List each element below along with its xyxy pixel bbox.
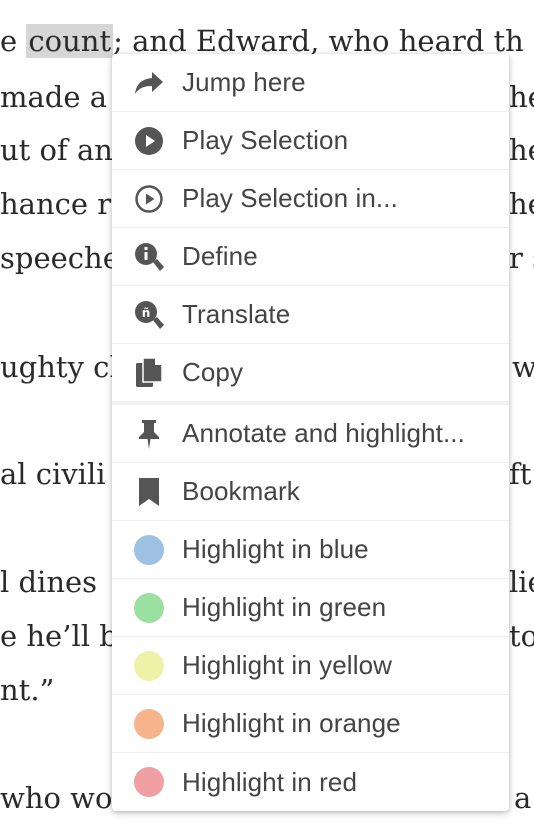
menu-item-jump-here[interactable]: Jump here [112,54,509,112]
orange-dot-icon [132,707,166,741]
menu-item-label: Highlight in green [182,592,387,622]
green-dot-icon [132,591,166,625]
menu-item-play-selection[interactable]: Play Selection [112,112,509,170]
define-magnifier-icon [132,240,166,274]
book-line: ughty ch [0,350,129,384]
menu-item-label: Copy [182,357,244,387]
menu-item-annotate-highlight[interactable]: Annotate and highlight... [112,405,509,463]
menu-item-highlight-yellow[interactable]: Highlight in yellow [112,637,509,695]
book-line: e he’ll b [0,619,118,653]
book-line: hance re [0,187,129,221]
book-fragment: he [509,80,534,114]
book-line: speeche [0,241,120,275]
copy-icon [132,356,166,390]
menu-item-label: Annotate and highlight... [182,418,465,448]
menu-item-label: Play Selection [182,125,349,155]
book-fragment: ft [509,457,532,491]
menu-item-highlight-red[interactable]: Highlight in red [112,753,509,811]
book-fragment: w [512,350,534,384]
svg-text:ñ: ñ [142,306,151,320]
play-circle-outline-icon [132,182,166,216]
menu-item-label: Highlight in red [182,766,358,797]
translate-magnifier-icon: ñ [132,298,166,332]
menu-item-label: Play Selection in... [182,183,398,213]
book-line: l dines [0,565,98,599]
pin-icon [132,417,166,451]
book-line: nt.” [0,673,55,707]
book-line: made a [0,80,108,114]
menu-item-copy[interactable]: Copy [112,344,509,405]
book-fragment: he [509,187,534,221]
book-fragment: lie [509,565,534,599]
color-swatch [134,767,164,797]
menu-item-highlight-blue[interactable]: Highlight in blue [112,521,509,579]
menu-item-highlight-orange[interactable]: Highlight in orange [112,695,509,753]
book-fragment: r s [509,241,534,275]
menu-item-label: Highlight in yellow [182,650,393,680]
bookmark-icon [132,475,166,509]
menu-item-bookmark[interactable]: Bookmark [112,463,509,521]
color-swatch [134,592,164,623]
menu-item-play-selection-in[interactable]: Play Selection in... [112,170,509,228]
menu-item-label: Jump here [182,67,306,97]
menu-item-label: Highlight in orange [182,708,401,738]
menu-item-label: Highlight in blue [182,534,369,564]
share-arrow-icon [132,66,166,100]
book-line: ut of an [0,133,113,167]
menu-item-label: Bookmark [182,476,300,506]
selected-word[interactable]: count [26,24,114,58]
color-swatch [134,650,164,681]
red-dot-icon [132,765,166,799]
menu-item-label: Translate [182,299,291,329]
menu-item-translate[interactable]: ñ Translate [112,286,509,344]
menu-item-define[interactable]: Define [112,228,509,286]
color-swatch [134,534,164,565]
play-circle-icon [132,124,166,158]
yellow-dot-icon [132,649,166,683]
book-line: al civili [0,457,106,491]
color-swatch [134,708,164,739]
menu-item-highlight-green[interactable]: Highlight in green [112,579,509,637]
menu-item-label: Define [182,241,258,271]
book-line: who wo [0,781,113,815]
context-menu: Jump here Play Selection Play Selection … [112,54,509,811]
book-fragment: he [509,133,534,167]
book-fragment: a [514,781,532,815]
book-fragment: to [509,619,534,653]
blue-dot-icon [132,533,166,567]
